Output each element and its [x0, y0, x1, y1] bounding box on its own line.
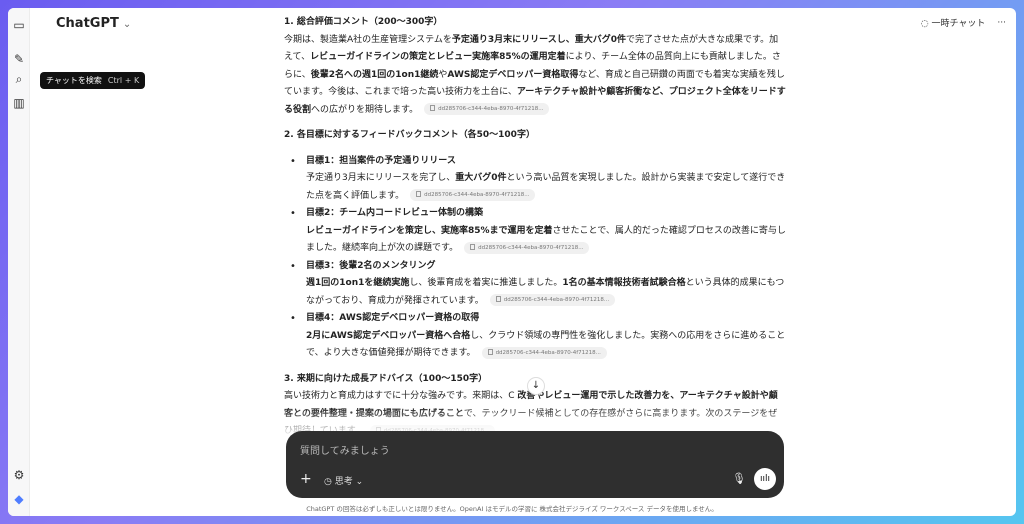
section1-heading: 1. 総合評価コメント（200～300字） [284, 17, 443, 27]
goal-title: 目標3：後輩2名のメンタリング [306, 260, 436, 271]
new-chat-icon[interactable]: ✎ [12, 52, 26, 66]
source-chip[interactable]: dd285706-c344-4eba-8970-4f71218... [489, 294, 616, 306]
section1-body: 今期は、製造業A社の生産管理システムを予定通り3月末にリリースし、重大バグ0件で… [284, 32, 786, 120]
tooltip-label: チャットを検索 [46, 76, 102, 85]
source-label: dd285706-c344-4eba-8970-4f71218... [438, 106, 544, 112]
goal-list: 目標1：担当案件の予定通りリリース 予定通り3月末にリリースを完了し、重大バグ0… [284, 153, 786, 363]
section2-heading: 2. 各目標に対するフィードバックコメント（各50～100字） [284, 130, 535, 140]
mic-icon: 🎙 [732, 472, 746, 485]
temporary-chat-button[interactable]: ◌ 一時チャット [921, 16, 986, 29]
voice-mode-button[interactable]: ıılı [754, 468, 776, 490]
source-label: dd285706-c344-4eba-8970-4f71218... [424, 192, 530, 198]
file-icon [470, 243, 476, 250]
search-icon[interactable]: ⌕ [12, 72, 26, 86]
prompt-input[interactable]: 質問してみましょう [300, 442, 390, 457]
goal-item: 目標2：チーム内コードレビュー体制の構築 レビューガイドラインを策定し、実施率8… [284, 205, 786, 258]
topbar-actions: ◌ 一時チャット ··· [921, 16, 1006, 30]
source-label: dd285706-c344-4eba-8970-4f71218... [503, 297, 610, 303]
source-label: dd285706-c344-4eba-8970-4f71218... [478, 244, 584, 251]
thinking-mode-label: 思考 [334, 477, 353, 487]
goal-item: 目標1：担当案件の予定通りリリース 予定通り3月末にリリースを完了し、重大バグ0… [284, 153, 786, 206]
mic-button[interactable]: 🎙 [732, 472, 746, 485]
clock-icon: ◷ [324, 477, 332, 487]
file-icon [487, 348, 493, 355]
file-icon [495, 296, 501, 302]
library-icon[interactable]: ▥ [12, 96, 26, 110]
add-attachment-button[interactable]: + [300, 471, 312, 487]
scroll-down-button[interactable]: ↓ [527, 377, 545, 395]
thinking-mode-button[interactable]: ◷ 思考 ⌄ [324, 474, 363, 487]
file-icon [430, 105, 436, 111]
source-chip[interactable]: dd285706-c344-4eba-8970-4f71218... [464, 241, 590, 254]
chevron-down-icon: ⌄ [355, 477, 364, 487]
sidebar-rail: ▭ ✎ ⌕ ▥ ⚙ ◆ [8, 8, 30, 516]
goal-title: 目標4：AWS認定デベロッパー資格の取得 [306, 313, 480, 323]
goal-title: 目標2：チーム内コードレビュー体制の構築 [306, 208, 483, 218]
disclaimer: ChatGPT の回答は必ずしも正しいとは限りません。OpenAI はモデルの学… [306, 505, 718, 513]
search-tooltip: チャットを検索 Ctrl + K [40, 72, 146, 89]
source-chip[interactable]: dd285706-c344-4eba-8970-4f71218... [481, 346, 607, 359]
chevron-down-icon: ⌄ [122, 19, 132, 30]
goal-item: 目標3：後輩2名のメンタリング 週1回の1on1を継続実施し、後輩育成を着実に推… [284, 258, 786, 311]
file-icon [416, 191, 422, 197]
app-window: ▭ ✎ ⌕ ▥ ⚙ ◆ ChatGPT ⌄ チャットを検索 Ctrl + K ◌ 一… [8, 8, 1016, 516]
source-chip[interactable]: dd285706-c344-4eba-8970-4f71218... [424, 103, 550, 115]
app-title: ChatGPT [56, 16, 119, 31]
model-switcher[interactable]: ChatGPT ⌄ [56, 16, 131, 31]
gpts-icon[interactable]: ⚙ [12, 468, 26, 482]
sidebar-toggle-icon[interactable]: ▭ [12, 18, 26, 32]
goal-body: 予定通り3月末にリリースを完了し、重大バグ0件という高い品質を実現しました。設計… [306, 173, 786, 201]
more-options-button[interactable]: ··· [997, 18, 1006, 28]
goal-item: 目標4：AWS認定デベロッパー資格の取得 2月にAWS認定デベロッパー資格へ合格… [284, 310, 786, 363]
tooltip-shortcut: Ctrl + K [107, 76, 140, 85]
goal-title: 目標1：担当案件の予定通りリリース [306, 155, 456, 166]
source-chip[interactable]: dd285706-c344-4eba-8970-4f71218... [410, 189, 536, 201]
temporary-chat-label: 一時チャット [931, 19, 986, 29]
composer[interactable]: 質問してみましょう + ◷ 思考 ⌄ 🎙 ıılı [286, 431, 784, 498]
arrow-down-icon: ↓ [531, 380, 541, 391]
waveform-icon: ıılı [759, 474, 770, 484]
source-label: dd285706-c344-4eba-8970-4f71218... [495, 349, 601, 356]
